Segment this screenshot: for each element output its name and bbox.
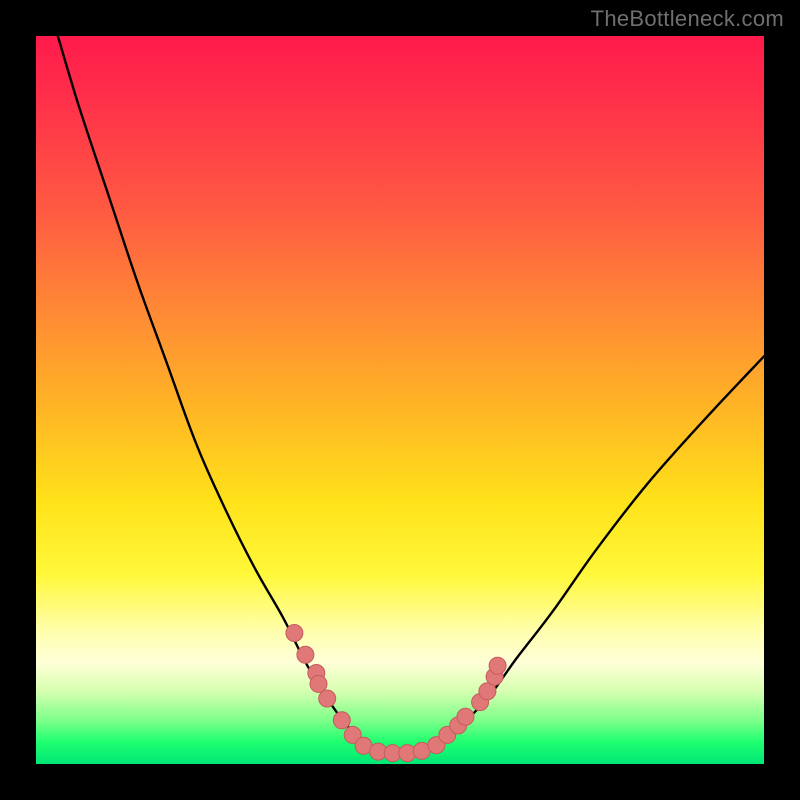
sample-dot bbox=[457, 708, 474, 725]
sample-dot bbox=[297, 646, 314, 663]
watermark-label: TheBottleneck.com bbox=[591, 6, 784, 32]
sample-dot bbox=[333, 712, 350, 729]
sample-dot bbox=[319, 690, 336, 707]
sample-dot bbox=[310, 675, 327, 692]
bottleneck-curve bbox=[58, 36, 764, 754]
sample-dot bbox=[489, 657, 506, 674]
sample-dot bbox=[286, 625, 303, 642]
bottleneck-curve-svg bbox=[36, 36, 764, 764]
sample-dots bbox=[286, 625, 506, 762]
chart-frame: TheBottleneck.com bbox=[0, 0, 800, 800]
plot-area bbox=[36, 36, 764, 764]
